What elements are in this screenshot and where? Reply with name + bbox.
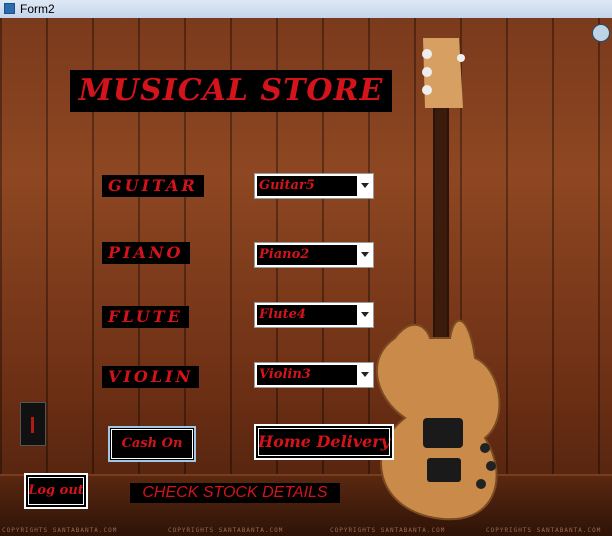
check-stock-details-link[interactable]: CHECK STOCK DETAILS (130, 483, 340, 503)
flute-select[interactable]: Flute4 (254, 302, 374, 328)
watermark-text: COPYRIGHTS SANTABANTA.COM (330, 527, 446, 534)
window-form-icon (4, 3, 15, 14)
label-flute: FLUTE (102, 306, 189, 328)
user-avatar-icon (592, 24, 610, 42)
watermark-text: COPYRIGHTS SANTABANTA.COM (486, 527, 602, 534)
label-piano: PIANO (102, 242, 190, 264)
guitar-select[interactable]: Guitar5 (254, 173, 374, 199)
log-out-button[interactable]: Log out (24, 473, 88, 509)
piano-select[interactable]: Piano2 (254, 242, 374, 268)
chevron-down-icon[interactable] (361, 183, 369, 188)
chevron-down-icon[interactable] (361, 312, 369, 317)
guitar-select-value: Guitar5 (257, 176, 357, 196)
window-title: Form2 (20, 2, 55, 16)
window-titlebar[interactable]: Form2 (0, 0, 612, 19)
violin-select[interactable]: Violin3 (254, 362, 374, 388)
chevron-down-icon[interactable] (361, 372, 369, 377)
watermark-text: COPYRIGHTS SANTABANTA.COM (2, 527, 118, 534)
wall-outlet (20, 402, 46, 446)
flute-select-value: Flute4 (257, 305, 357, 325)
store-title: MUSICAL STORE (70, 70, 392, 112)
piano-select-value: Piano2 (257, 245, 357, 265)
watermark-text: COPYRIGHTS SANTABANTA.COM (168, 527, 284, 534)
chevron-down-icon[interactable] (361, 252, 369, 257)
form-client-area: MUSICAL STORE GUITAR Guitar5 PIANO Piano… (0, 18, 612, 536)
home-delivery-button[interactable]: Home Delivery (254, 424, 394, 460)
cash-on-button[interactable]: Cash On (108, 426, 196, 462)
violin-select-value: Violin3 (257, 365, 357, 385)
label-guitar: GUITAR (102, 175, 204, 197)
label-violin: VIOLIN (102, 366, 200, 388)
bass-guitar-image (376, 38, 501, 521)
